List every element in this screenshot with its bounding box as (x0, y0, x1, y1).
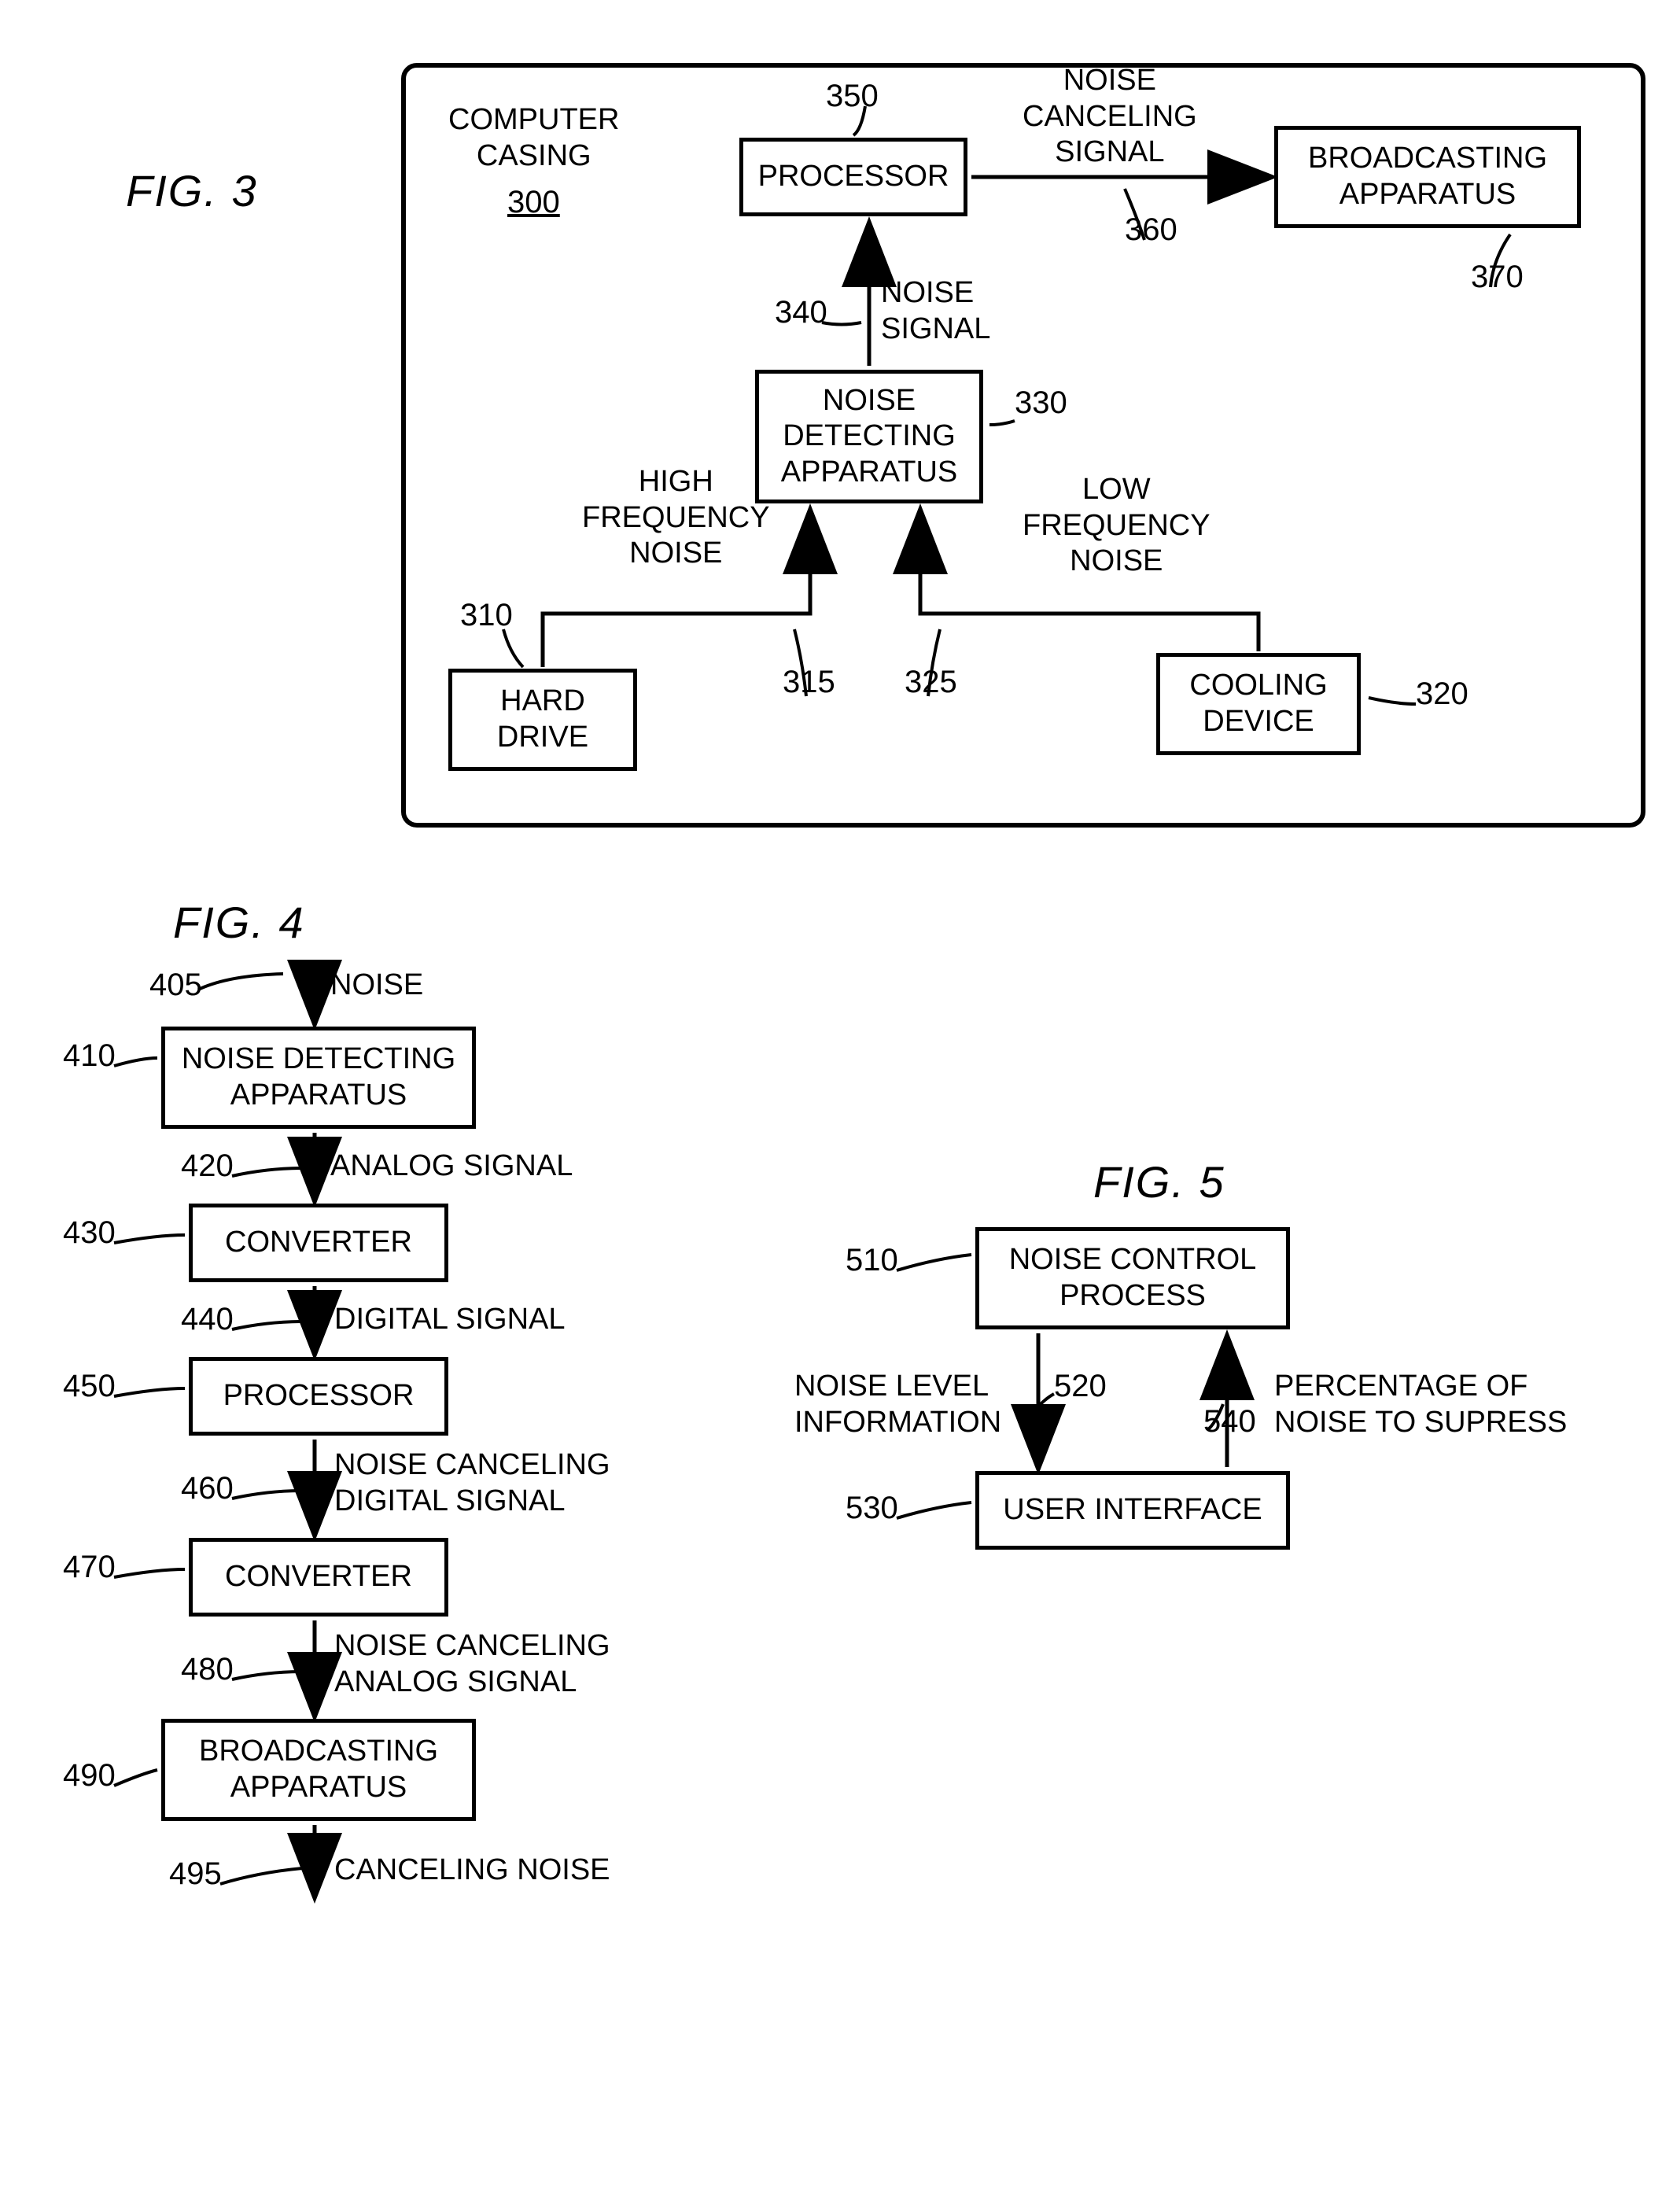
broadcast-box: BROADCASTING APPARATUS (1274, 126, 1581, 228)
fig3-title: FIG. 3 (126, 165, 258, 216)
s440-ref: 440 (181, 1302, 234, 1337)
s420-label: ANALOG SIGNAL (330, 1148, 573, 1185)
b430-ref: 430 (63, 1215, 116, 1251)
lf-ref: 325 (905, 665, 957, 700)
s495-label: CANCELING NOISE (334, 1853, 610, 1889)
hard-drive-box: HARD DRIVE (448, 669, 637, 771)
s460-ref: 460 (181, 1471, 234, 1506)
detect-ref: 330 (1015, 385, 1067, 421)
s480-ref: 480 (181, 1652, 234, 1687)
left-label: NOISE LEVEL INFORMATION (794, 1369, 1001, 1440)
lf-label: LOW FREQUENCY NOISE (1023, 472, 1211, 580)
s405-label: NOISE (330, 968, 423, 1004)
b510-box: NOISE CONTROL PROCESS (975, 1227, 1290, 1329)
s495-ref: 495 (169, 1856, 222, 1892)
cancel-signal-label: NOISE CANCELING SIGNAL (1023, 63, 1197, 171)
cool-ref: 320 (1416, 677, 1468, 712)
noise-signal-label: NOISE SIGNAL (881, 275, 990, 347)
s440-label: DIGITAL SIGNAL (334, 1302, 566, 1338)
b470-box: CONVERTER (189, 1538, 448, 1617)
hd-ref: 310 (460, 598, 513, 633)
processor-box: PROCESSOR (739, 138, 967, 216)
s405-ref: 405 (149, 968, 202, 1003)
right-ref: 540 (1203, 1404, 1256, 1440)
detect-box: NOISE DETECTING APPARATUS (755, 370, 983, 503)
fig5-title: FIG. 5 (1093, 1156, 1225, 1207)
b410-ref: 410 (63, 1038, 116, 1074)
b530-box: USER INTERFACE (975, 1471, 1290, 1550)
b530-ref: 530 (846, 1491, 898, 1526)
left-ref: 520 (1054, 1369, 1107, 1404)
b490-box: BROADCASTING APPARATUS (161, 1719, 476, 1821)
hf-ref: 315 (783, 665, 835, 700)
b450-box: PROCESSOR (189, 1357, 448, 1436)
b410-box: NOISE DETECTING APPARATUS (161, 1027, 476, 1129)
processor-ref: 350 (826, 79, 879, 114)
computer-casing-label: COMPUTER CASING (448, 102, 619, 174)
broadcast-ref: 370 (1471, 260, 1524, 295)
b490-ref: 490 (63, 1758, 116, 1794)
hf-label: HIGH FREQUENCY NOISE (582, 464, 770, 572)
noise-signal-ref: 340 (775, 295, 827, 330)
s420-ref: 420 (181, 1148, 234, 1184)
right-label: PERCENTAGE OF NOISE TO SUPRESS (1274, 1369, 1567, 1440)
fig4-title: FIG. 4 (173, 897, 305, 948)
b450-ref: 450 (63, 1369, 116, 1404)
s460-label: NOISE CANCELING DIGITAL SIGNAL (334, 1447, 610, 1519)
s480-label: NOISE CANCELING ANALOG SIGNAL (334, 1628, 610, 1700)
cooling-box: COOLING DEVICE (1156, 653, 1361, 755)
casing-ref: 300 (507, 185, 560, 220)
b470-ref: 470 (63, 1550, 116, 1585)
cancel-signal-ref: 360 (1125, 212, 1177, 248)
b430-box: CONVERTER (189, 1204, 448, 1282)
b510-ref: 510 (846, 1243, 898, 1278)
